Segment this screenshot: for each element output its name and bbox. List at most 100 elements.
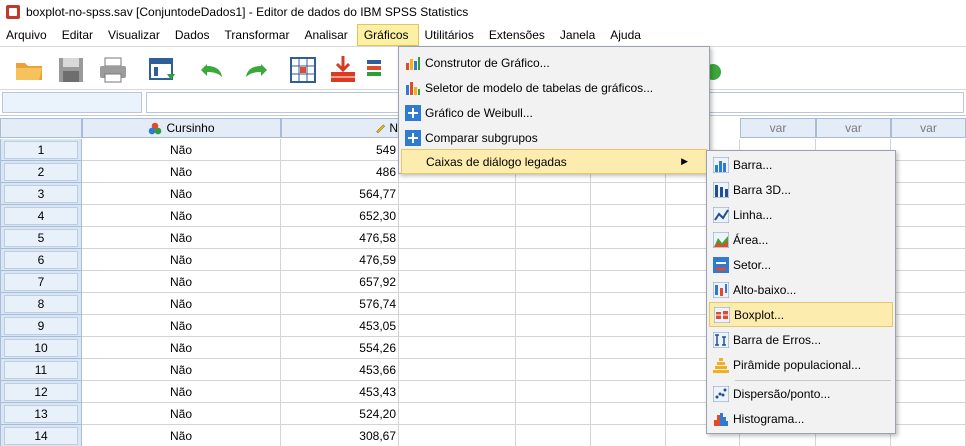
column-header-var[interactable]: var (816, 118, 891, 138)
menu-item-comparar-subgrupos[interactable]: Comparar subgrupos (401, 126, 707, 150)
cell-empty[interactable] (591, 315, 666, 337)
cell-empty[interactable] (891, 293, 966, 315)
submenu-item-linha[interactable]: Linha... (709, 203, 893, 227)
menu-item-weibull[interactable]: Gráfico de Weibull... (401, 101, 707, 125)
submenu-item-barra[interactable]: Barra... (709, 153, 893, 177)
undo-icon[interactable] (196, 53, 230, 87)
menu-editar[interactable]: Editar (56, 24, 102, 46)
cell-nota[interactable]: 486 (281, 161, 399, 183)
cell-empty[interactable] (591, 271, 666, 293)
print-icon[interactable] (96, 53, 130, 87)
cell-empty[interactable] (516, 337, 591, 359)
cell-empty[interactable] (399, 271, 516, 293)
cell-nota[interactable]: 576,74 (281, 293, 399, 315)
row-header[interactable]: 7 (0, 271, 82, 293)
row-header[interactable]: 3 (0, 183, 82, 205)
open-folder-icon[interactable] (12, 53, 46, 87)
cell-cursinho[interactable]: Não (82, 293, 281, 315)
column-header-var[interactable]: var (740, 118, 816, 138)
column-header-var[interactable]: var (891, 118, 966, 138)
cell-empty[interactable] (516, 249, 591, 271)
cell-empty[interactable] (591, 249, 666, 271)
cell-empty[interactable] (891, 381, 966, 403)
cell-cursinho[interactable]: Não (82, 425, 281, 446)
menu-item-caixas-dialogo-legadas[interactable]: Caixas de diálogo legadas ▶ (401, 149, 707, 174)
cell-cursinho[interactable]: Não (82, 271, 281, 293)
cell-empty[interactable] (399, 293, 516, 315)
cell-empty[interactable] (399, 403, 516, 425)
cell-nota[interactable]: 453,43 (281, 381, 399, 403)
cell-cursinho[interactable]: Não (82, 337, 281, 359)
row-header[interactable]: 14 (0, 425, 82, 446)
cell-cursinho[interactable]: Não (82, 315, 281, 337)
cell-empty[interactable] (399, 337, 516, 359)
grid-corner[interactable] (0, 118, 82, 138)
cell-empty[interactable] (591, 205, 666, 227)
goto-variable-icon[interactable] (326, 53, 360, 87)
menu-analisar[interactable]: Analisar (298, 24, 356, 46)
submenu-item-boxplot[interactable]: Boxplot... (709, 302, 893, 327)
cell-empty[interactable] (891, 403, 966, 425)
cell-cursinho[interactable]: Não (82, 381, 281, 403)
cell-nota[interactable]: 549 (281, 139, 399, 161)
cell-empty[interactable] (399, 425, 516, 446)
cell-empty[interactable] (516, 315, 591, 337)
cell-nota[interactable]: 524,20 (281, 403, 399, 425)
submenu-item-area[interactable]: Área... (709, 228, 893, 252)
cell-empty[interactable] (399, 183, 516, 205)
cell-empty[interactable] (891, 271, 966, 293)
row-header[interactable]: 13 (0, 403, 82, 425)
menu-utilitarios[interactable]: Utilitários (419, 24, 483, 46)
cell-empty[interactable] (891, 139, 966, 161)
submenu-item-histograma[interactable]: Histograma... (709, 407, 893, 431)
menu-transformar[interactable]: Transformar (219, 24, 299, 46)
cell-empty[interactable] (891, 425, 966, 446)
cell-nota[interactable]: 554,26 (281, 337, 399, 359)
cell-nota[interactable]: 564,77 (281, 183, 399, 205)
row-header[interactable]: 9 (0, 315, 82, 337)
save-icon[interactable] (54, 53, 88, 87)
cell-empty[interactable] (891, 227, 966, 249)
cell-empty[interactable] (591, 227, 666, 249)
menu-graficos[interactable]: Gráficos (356, 24, 419, 46)
cell-empty[interactable] (399, 359, 516, 381)
cell-empty[interactable] (591, 183, 666, 205)
cell-nota[interactable]: 657,92 (281, 271, 399, 293)
cell-nota[interactable]: 308,67 (281, 425, 399, 446)
goto-case-icon[interactable] (286, 53, 320, 87)
cell-empty[interactable] (591, 425, 666, 446)
cell-nota[interactable]: 652,30 (281, 205, 399, 227)
cell-empty[interactable] (516, 271, 591, 293)
cell-empty[interactable] (591, 381, 666, 403)
row-header[interactable]: 10 (0, 337, 82, 359)
cell-nota[interactable]: 476,59 (281, 249, 399, 271)
row-header[interactable]: 12 (0, 381, 82, 403)
submenu-item-alto-baixo[interactable]: Alto-baixo... (709, 278, 893, 302)
cell-nota[interactable]: 476,58 (281, 227, 399, 249)
cell-empty[interactable] (591, 293, 666, 315)
cell-empty[interactable] (516, 205, 591, 227)
cell-cursinho[interactable]: Não (82, 139, 281, 161)
submenu-item-dispersao-ponto[interactable]: Dispersão/ponto... (709, 382, 893, 406)
cell-cursinho[interactable]: Não (82, 183, 281, 205)
cell-cursinho[interactable]: Não (82, 205, 281, 227)
menu-ajuda[interactable]: Ajuda (604, 24, 650, 46)
menu-janela[interactable]: Janela (554, 24, 604, 46)
column-header-nota[interactable]: N (281, 118, 399, 138)
cell-name-box[interactable] (2, 92, 142, 113)
row-header[interactable]: 6 (0, 249, 82, 271)
cell-empty[interactable] (516, 227, 591, 249)
cell-empty[interactable] (399, 249, 516, 271)
submenu-item-barra-erros[interactable]: Barra de Erros... (709, 328, 893, 352)
cell-nota[interactable]: 453,66 (281, 359, 399, 381)
cell-cursinho[interactable]: Não (82, 161, 281, 183)
cell-empty[interactable] (891, 205, 966, 227)
cell-empty[interactable] (891, 183, 966, 205)
cell-empty[interactable] (516, 381, 591, 403)
cell-empty[interactable] (399, 227, 516, 249)
submenu-item-barra-3d[interactable]: Barra 3D... (709, 178, 893, 202)
row-header[interactable]: 1 (0, 139, 82, 161)
cell-cursinho[interactable]: Não (82, 227, 281, 249)
cell-empty[interactable] (891, 315, 966, 337)
cell-empty[interactable] (591, 359, 666, 381)
